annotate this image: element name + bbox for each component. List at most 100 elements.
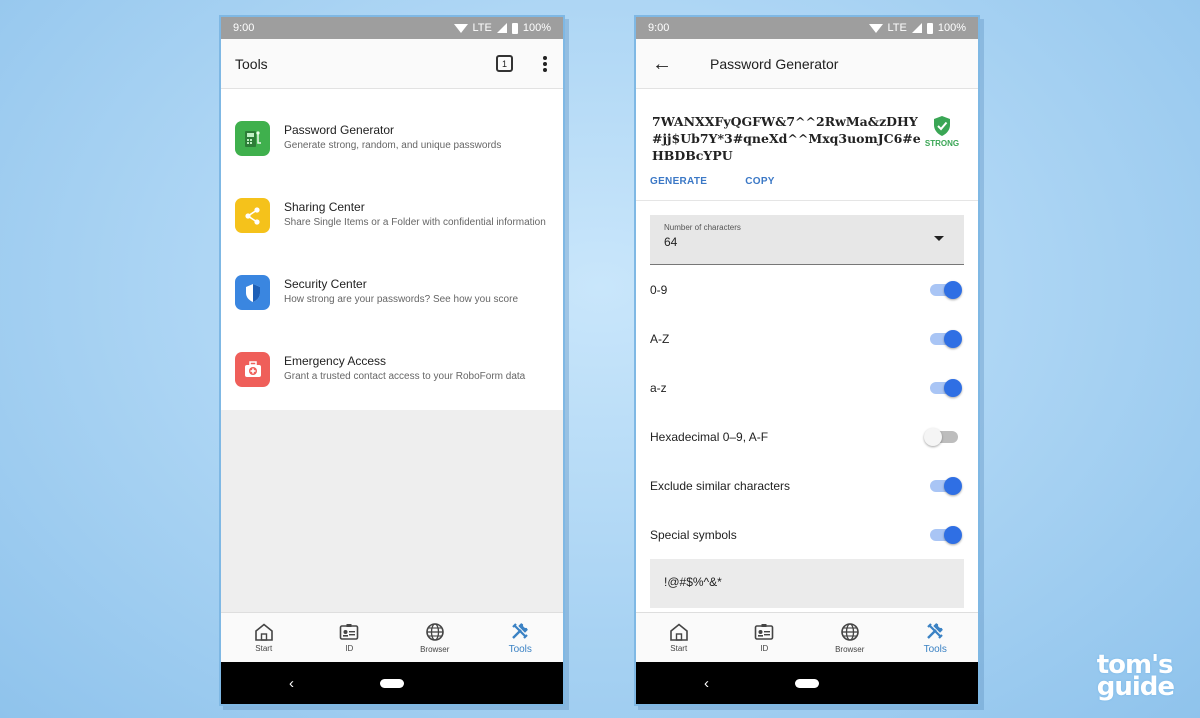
status-bar: 9:00 LTE 100%: [636, 17, 978, 39]
generator-settings: Number of characters 64 0-9 A-Z a-z Hexa…: [636, 201, 978, 608]
option-label: Hexadecimal 0–9, A-F: [650, 429, 769, 444]
nav-tools[interactable]: Tools: [893, 613, 979, 662]
signal-icon: [911, 23, 922, 33]
nav-browser[interactable]: Browser: [392, 613, 478, 662]
battery-icon: [511, 22, 518, 34]
tool-title: Security Center: [284, 277, 367, 291]
tool-emergency-access[interactable]: Emergency Access Grant a trusted contact…: [221, 334, 563, 411]
option-digits: 0-9: [650, 265, 964, 314]
strength-label: STRONG: [924, 139, 960, 148]
system-nav-bar: ‹: [636, 662, 978, 704]
bottom-nav: Start ID Browser Tools: [636, 612, 978, 662]
generated-password-area: 7WANXXFyQGFW&7^^2RwMa&zDHY#jj$Ub7Y*3#qne…: [636, 89, 978, 167]
tools-screen: 9:00 LTE 100% Tools 1 Password Generator…: [219, 15, 565, 706]
emergency-kit-icon: [235, 352, 270, 387]
tool-title: Sharing Center: [284, 200, 365, 214]
nav-label: Tools: [508, 643, 532, 655]
digits-toggle[interactable]: [930, 280, 962, 299]
status-time: 9:00: [648, 22, 670, 34]
system-home-button[interactable]: [795, 678, 819, 688]
option-label: a-z: [650, 380, 667, 395]
nav-tools[interactable]: Tools: [478, 613, 564, 662]
nav-start[interactable]: Start: [636, 613, 722, 662]
battery-level: 100%: [522, 22, 551, 34]
logo-line-2: guide: [1096, 672, 1175, 702]
tools-icon: [512, 622, 529, 639]
status-time: 9:00: [233, 22, 255, 34]
option-hexadecimal: Hexadecimal 0–9, A-F: [650, 412, 964, 461]
app-bar: ← Password Generator: [636, 39, 978, 89]
tool-security-center[interactable]: Security Center How strong are your pass…: [221, 257, 563, 334]
app-bar: Tools 1: [221, 39, 563, 89]
status-bar: 9:00 LTE 100%: [221, 17, 563, 39]
tab-count-button[interactable]: 1: [496, 55, 513, 72]
bottom-nav: Start ID Browser Tools: [221, 612, 563, 662]
tool-description: Grant a trusted contact access to your R…: [284, 371, 526, 382]
nav-id[interactable]: ID: [722, 613, 808, 662]
home-icon: [669, 622, 688, 641]
tool-password-generator[interactable]: Password Generator Generate strong, rand…: [221, 103, 563, 180]
page-title: Password Generator: [710, 55, 839, 72]
tool-description: Share Single Items or a Folder with conf…: [284, 217, 546, 228]
tool-title: Emergency Access: [284, 354, 387, 368]
empty-area: [221, 410, 563, 614]
tool-sharing-center[interactable]: Sharing Center Share Single Items or a F…: [221, 180, 563, 257]
wifi-icon: [868, 23, 883, 33]
nav-label: Start: [255, 643, 273, 653]
tools-icon: [927, 622, 944, 639]
system-back-icon[interactable]: ‹: [704, 675, 709, 692]
number-of-characters-select[interactable]: Number of characters 64: [650, 215, 964, 265]
nav-label: Tools: [923, 643, 947, 655]
tool-description: Generate strong, random, and unique pass…: [284, 140, 502, 151]
option-lowercase: a-z: [650, 363, 964, 412]
network-label: LTE: [472, 22, 492, 34]
wifi-icon: [453, 23, 468, 33]
option-special-symbols: Special symbols: [650, 510, 964, 559]
field-value: 64: [664, 235, 678, 249]
home-icon: [254, 622, 273, 641]
option-uppercase: A-Z: [650, 314, 964, 363]
special-symbols-toggle[interactable]: [930, 525, 962, 544]
nav-label: ID: [345, 643, 354, 653]
share-icon: [235, 198, 270, 233]
nav-label: Browser: [835, 644, 865, 654]
nav-browser[interactable]: Browser: [807, 613, 893, 662]
nav-label: Browser: [420, 644, 450, 654]
shield-icon: [235, 275, 270, 310]
battery-icon: [926, 22, 933, 34]
uppercase-toggle[interactable]: [930, 329, 962, 348]
password-generator-icon: [235, 121, 270, 156]
option-label: Exclude similar characters: [650, 478, 791, 493]
page-title: Tools: [235, 55, 268, 72]
network-label: LTE: [887, 22, 907, 34]
lowercase-toggle[interactable]: [930, 378, 962, 397]
overflow-menu-icon[interactable]: [543, 56, 547, 72]
exclude-similar-toggle[interactable]: [930, 476, 962, 495]
toms-guide-logo: tom's guide: [1096, 652, 1175, 702]
tool-title: Password Generator: [284, 123, 395, 137]
nav-id[interactable]: ID: [307, 613, 393, 662]
option-exclude-similar: Exclude similar characters: [650, 461, 964, 510]
special-symbols-input[interactable]: !@#$%^&*: [650, 559, 964, 608]
nav-label: ID: [760, 643, 769, 653]
nav-label: Start: [670, 643, 688, 653]
password-strength: STRONG: [922, 115, 962, 148]
system-home-button[interactable]: [380, 678, 404, 688]
globe-icon: [425, 622, 444, 641]
back-arrow-icon[interactable]: ←: [652, 54, 672, 74]
tools-list: Password Generator Generate strong, rand…: [221, 89, 563, 410]
copy-button[interactable]: COPY: [745, 176, 775, 187]
tool-description: How strong are your passwords? See how y…: [284, 294, 519, 305]
nav-start[interactable]: Start: [221, 613, 307, 662]
shield-check-icon: [934, 116, 950, 136]
hexadecimal-toggle[interactable]: [924, 427, 960, 446]
password-generator-screen: 9:00 LTE 100% ← Password Generator 7WANX…: [634, 15, 980, 706]
system-nav-bar: ‹: [221, 662, 563, 704]
option-label: 0-9: [650, 282, 668, 297]
generate-button[interactable]: GENERATE: [650, 176, 707, 187]
generated-password[interactable]: 7WANXXFyQGFW&7^^2RwMa&zDHY#jj$Ub7Y*3#qne…: [652, 113, 922, 164]
signal-icon: [496, 23, 507, 33]
system-back-icon[interactable]: ‹: [289, 675, 294, 692]
dropdown-arrow-icon: [934, 236, 944, 241]
option-label: Special symbols: [650, 527, 737, 542]
